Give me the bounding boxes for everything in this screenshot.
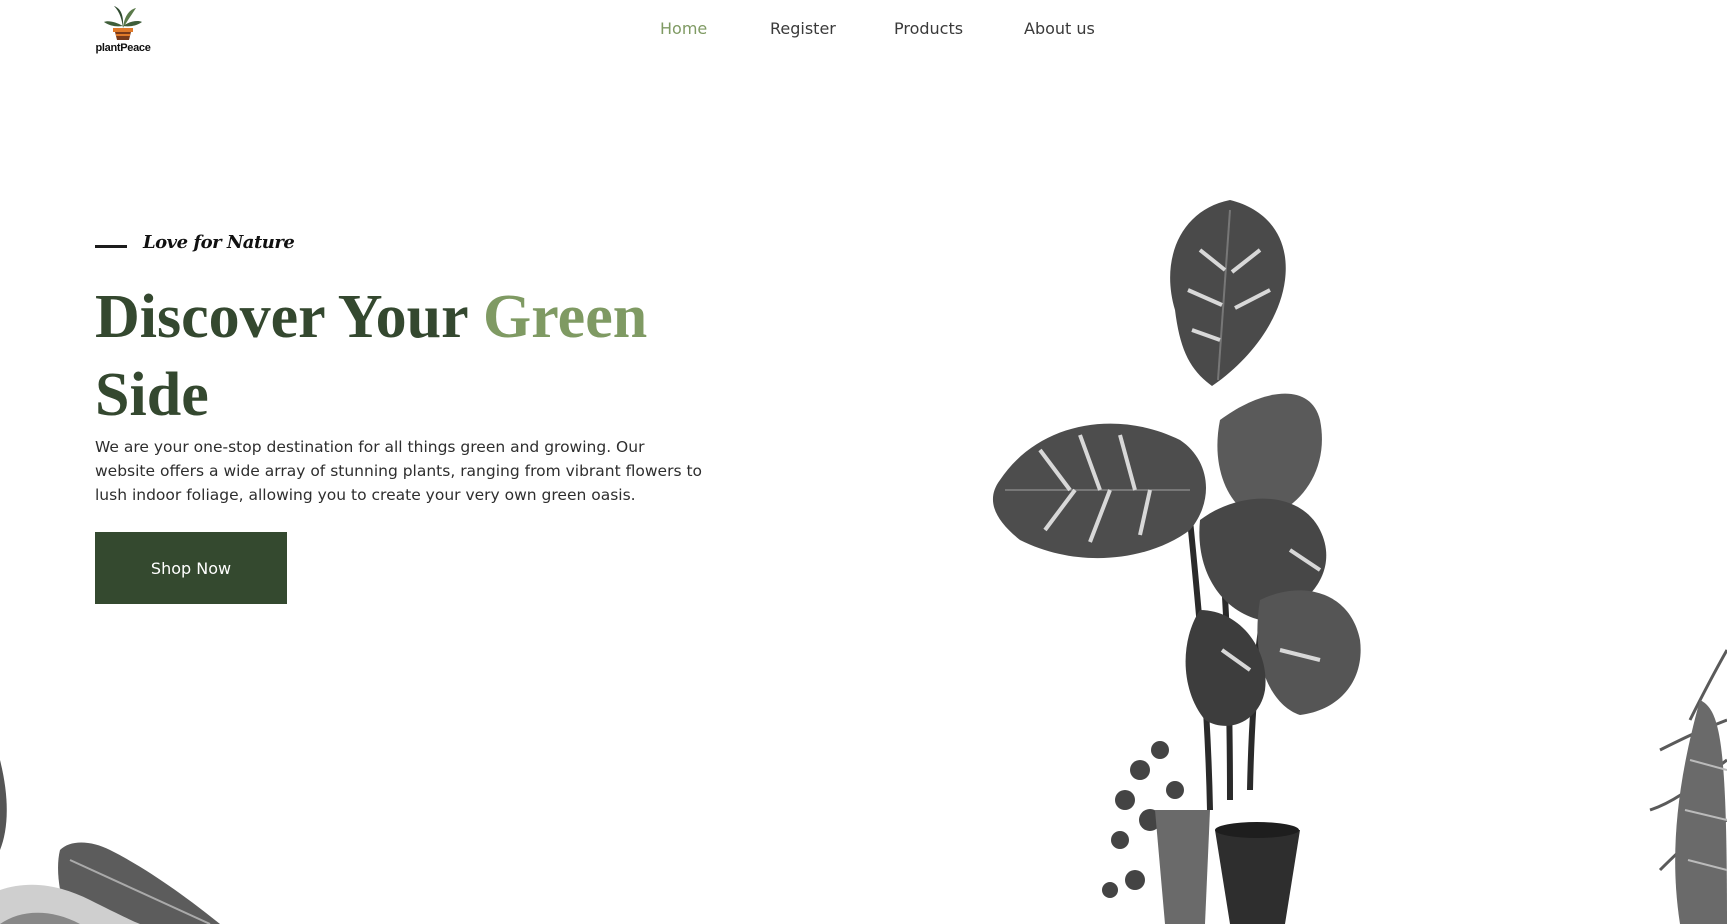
tagline-text: Love for Nature xyxy=(143,232,295,253)
hero-title-accent: Green xyxy=(483,283,648,351)
hero-title: Discover Your Green Side xyxy=(95,278,735,434)
monstera-plant-image xyxy=(992,200,1361,924)
hero-description: We are your one-stop destination for all… xyxy=(95,438,703,504)
shop-now-button[interactable]: Shop Now xyxy=(95,532,287,604)
hero-title-part1: Discover Your xyxy=(95,283,484,351)
fern-image xyxy=(1649,649,1727,924)
leaf-image xyxy=(0,760,220,924)
logo-text: plantPeace xyxy=(95,42,151,54)
main-nav: Home Register Products About us xyxy=(0,19,1727,43)
tagline-divider xyxy=(95,245,127,248)
nav-home[interactable]: Home xyxy=(660,19,707,38)
tagline: Love for Nature xyxy=(95,230,395,260)
hero-title-part2: Side xyxy=(95,361,209,429)
site-header: plantPeace Home Register Products About … xyxy=(0,0,1727,60)
nav-about-us[interactable]: About us xyxy=(1024,19,1095,38)
nav-register[interactable]: Register xyxy=(770,19,836,38)
nav-products[interactable]: Products xyxy=(894,19,963,38)
